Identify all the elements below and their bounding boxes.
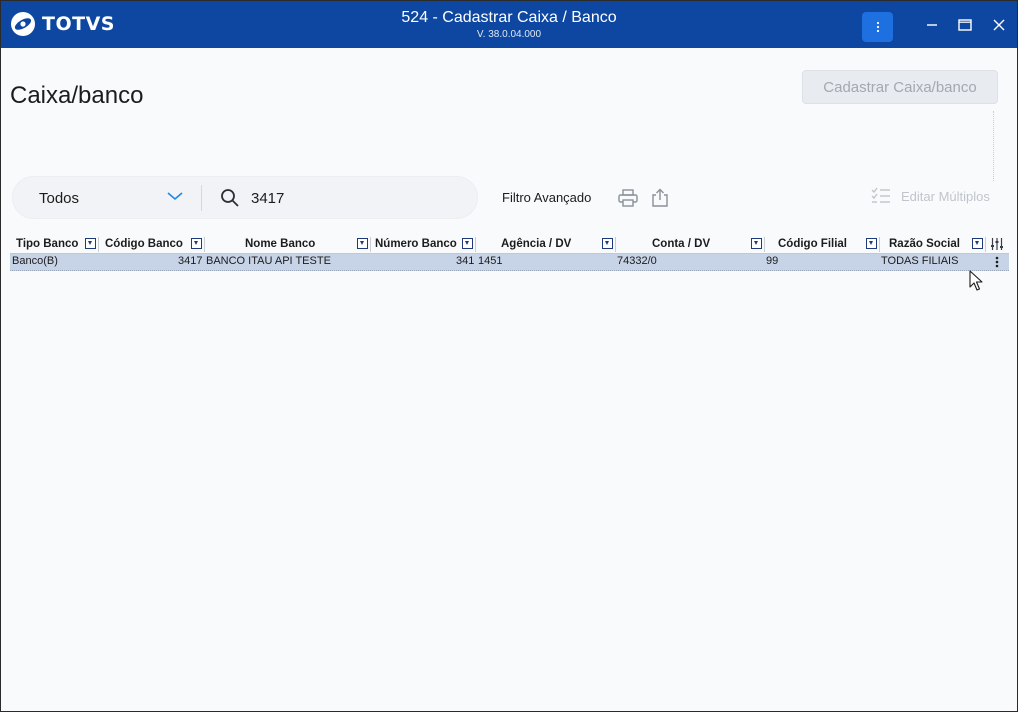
filter-divider xyxy=(201,185,202,211)
cell-tipo-banco: Banco(B) xyxy=(12,255,58,267)
column-filter-icon[interactable] xyxy=(866,238,877,249)
table-row[interactable]: Banco(B) 3417 BANCO ITAU API TESTE 341 1… xyxy=(10,254,1009,271)
column-filter-icon[interactable] xyxy=(191,238,202,249)
page-title: Caixa/banco xyxy=(10,82,144,109)
column-header[interactable]: Agência / DV xyxy=(501,235,571,253)
column-filter-icon[interactable] xyxy=(462,238,473,249)
edit-multiple-button[interactable]: Editar Múltiplos xyxy=(871,187,990,205)
close-icon xyxy=(993,19,1005,31)
column-filter-icon[interactable] xyxy=(751,238,762,249)
logo-text: TOTVS xyxy=(42,13,115,35)
column-header[interactable]: Código Banco xyxy=(105,235,183,253)
totvs-logo: TOTVS xyxy=(10,11,115,37)
cell-codigo-filial: 99 xyxy=(766,255,779,267)
column-separator[interactable] xyxy=(879,237,880,252)
window-menu-button[interactable] xyxy=(862,12,893,42)
filter-bar: Todos 3417 xyxy=(12,176,478,219)
cell-razao-social: TODAS FILIAIS xyxy=(881,255,959,267)
close-button[interactable] xyxy=(988,14,1010,36)
print-icon[interactable] xyxy=(618,189,638,207)
checklist-icon xyxy=(871,187,890,203)
column-separator[interactable] xyxy=(764,237,765,252)
column-separator[interactable] xyxy=(615,237,616,252)
column-header[interactable]: Conta / DV xyxy=(652,235,710,253)
cell-agencia-dv: 1451 xyxy=(478,255,503,267)
register-cash-bank-button[interactable]: Cadastrar Caixa/banco xyxy=(802,70,998,104)
column-header[interactable]: Razão Social xyxy=(889,235,960,253)
column-header[interactable]: Código Filial xyxy=(778,235,847,253)
share-icon[interactable] xyxy=(651,188,669,208)
minimize-icon xyxy=(927,24,937,26)
kebab-vertical-icon xyxy=(995,256,999,267)
data-grid: Tipo Banco Código Banco Nome Banco Númer… xyxy=(10,235,1009,271)
column-filter-icon[interactable] xyxy=(85,238,96,249)
column-separator[interactable] xyxy=(370,237,371,252)
vertical-scrollbar[interactable] xyxy=(993,111,996,181)
search-input[interactable]: 3417 xyxy=(251,190,284,207)
column-header[interactable]: Nome Banco xyxy=(245,235,315,253)
title-bar: TOTVS 524 - Cadastrar Caixa / Banco V. 3… xyxy=(1,1,1017,48)
column-settings-icon[interactable] xyxy=(990,237,1004,251)
column-header[interactable]: Tipo Banco xyxy=(16,235,78,253)
row-actions-button[interactable] xyxy=(992,255,1002,268)
column-filter-icon[interactable] xyxy=(972,238,983,249)
column-filter-icon[interactable] xyxy=(357,238,368,249)
column-separator[interactable] xyxy=(985,237,986,252)
search-icon xyxy=(221,189,239,207)
maximize-button[interactable] xyxy=(954,14,976,36)
advanced-filter-link[interactable]: Filtro Avançado xyxy=(502,190,591,205)
mouse-cursor-icon xyxy=(969,270,983,291)
column-filter-icon[interactable] xyxy=(602,238,613,249)
grid-header: Tipo Banco Código Banco Nome Banco Númer… xyxy=(10,235,1009,254)
cell-numero-banco: 341 xyxy=(456,255,475,267)
maximize-icon xyxy=(958,19,972,31)
minimize-button[interactable] xyxy=(921,14,943,36)
totvs-logo-icon xyxy=(11,12,35,36)
app-window: TOTVS 524 - Cadastrar Caixa / Banco V. 3… xyxy=(0,0,1018,712)
column-separator[interactable] xyxy=(475,237,476,252)
column-separator[interactable] xyxy=(204,237,205,252)
cell-conta-dv: 74332/0 xyxy=(617,255,657,267)
cell-nome-banco: BANCO ITAU API TESTE xyxy=(206,255,331,267)
column-separator[interactable] xyxy=(98,237,99,252)
column-header[interactable]: Número Banco xyxy=(375,235,457,253)
type-select-value[interactable]: Todos xyxy=(39,190,79,207)
chevron-down-icon[interactable] xyxy=(166,190,184,202)
edit-multiple-label: Editar Múltiplos xyxy=(901,188,990,204)
cell-codigo-banco: 3417 xyxy=(178,255,203,267)
kebab-vertical-icon xyxy=(876,21,879,33)
